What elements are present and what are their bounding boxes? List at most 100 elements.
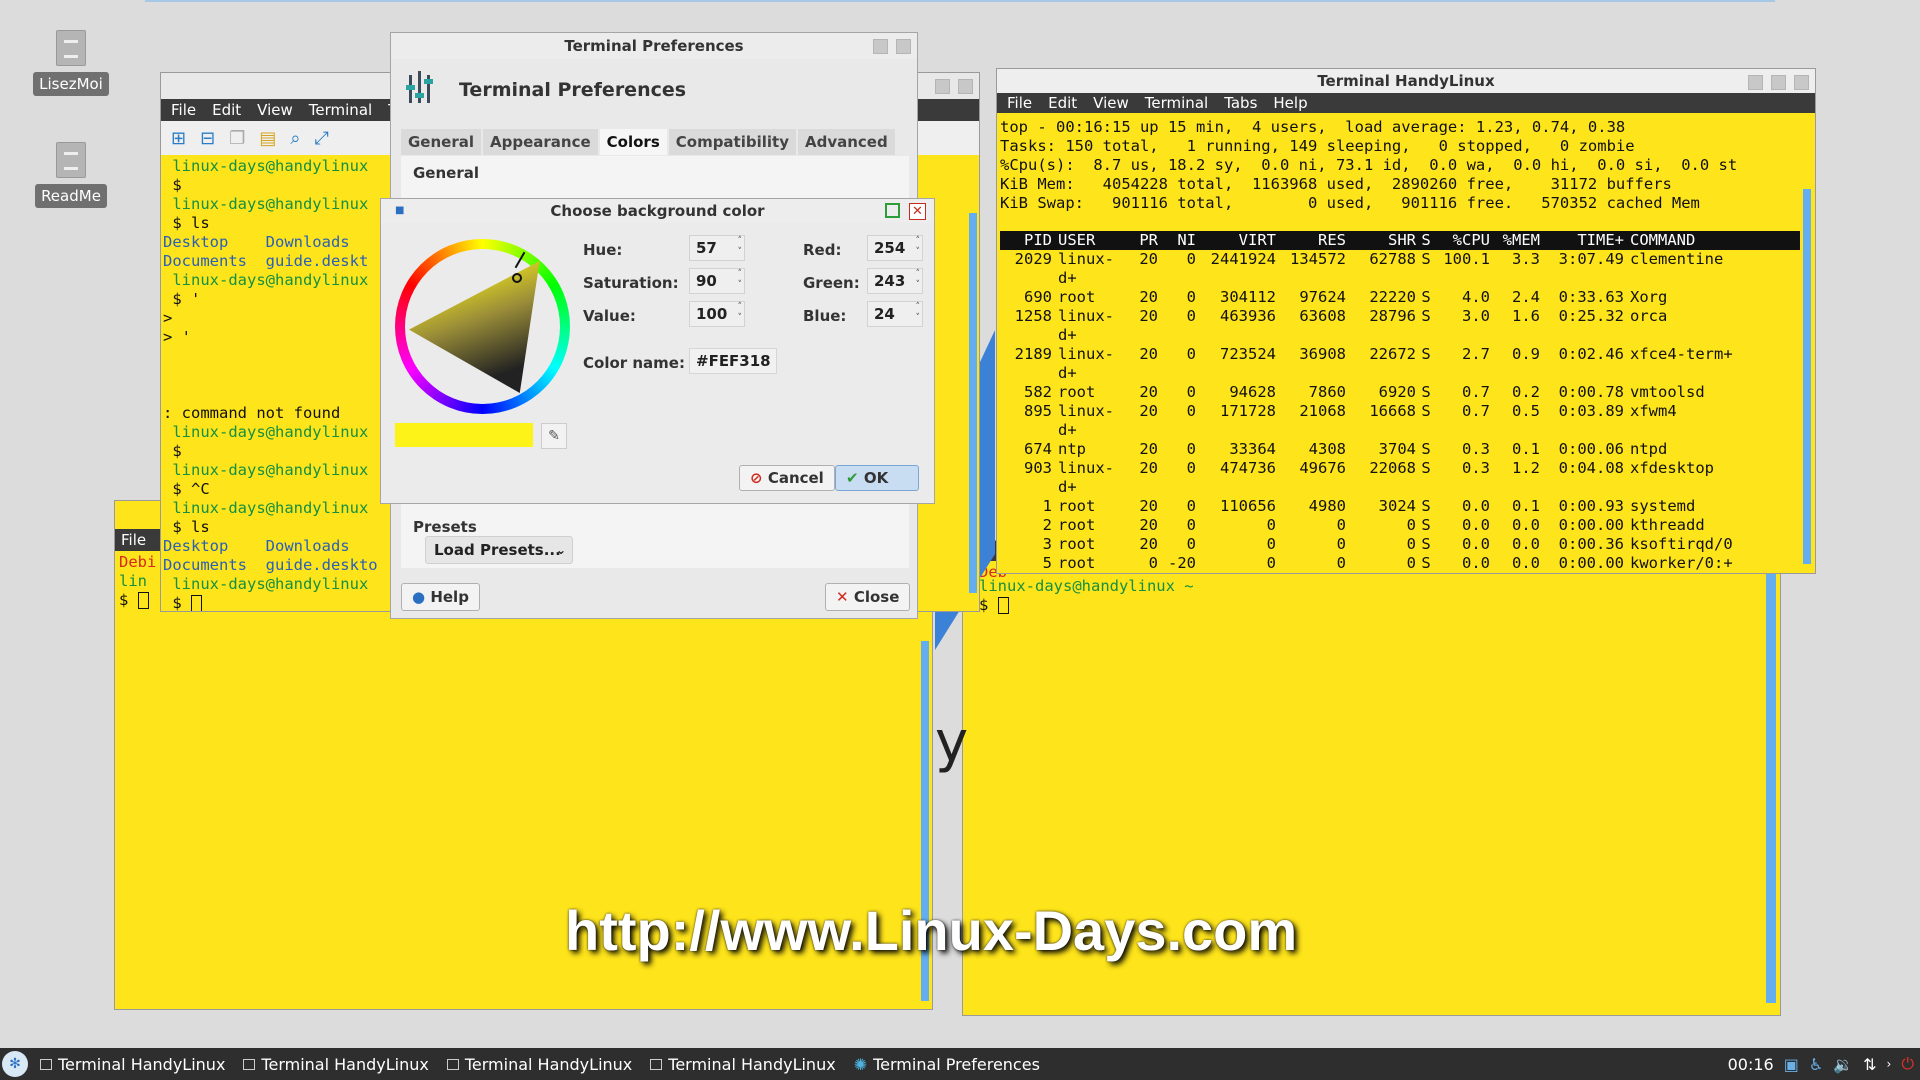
eyedropper-button[interactable]: ✎	[541, 423, 567, 449]
terminal-line: Desktop Downloads	[163, 537, 350, 555]
table-cell: 0	[1346, 573, 1416, 574]
window-menu-icon[interactable]: ■	[395, 199, 404, 223]
minimize-button[interactable]	[1748, 75, 1763, 90]
menu-view[interactable]: View	[1093, 93, 1129, 113]
window-controls[interactable]	[1748, 75, 1809, 90]
new-window-icon[interactable]: ⊟	[200, 128, 215, 149]
menu-edit[interactable]: Edit	[1048, 93, 1077, 113]
desktop-icon-lisezmoi[interactable]: LisezMoi	[33, 30, 109, 96]
table-cell: 0:00.78	[1558, 383, 1624, 401]
menu-tabs[interactable]: Tabs	[1224, 93, 1257, 113]
scrollbar[interactable]	[969, 213, 977, 593]
red-spinbox[interactable]: 254	[867, 235, 923, 261]
terminal-line: linux-days@handylinux	[163, 195, 369, 213]
menu-file[interactable]: File	[1007, 93, 1032, 113]
minimize-button[interactable]	[935, 79, 950, 94]
arrow-right-icon[interactable]: ›	[1887, 1057, 1892, 1071]
titlebar[interactable]: ■ Choose background color ✕	[381, 199, 934, 223]
saturation-spinbox[interactable]: 90	[689, 268, 745, 294]
table-cell: 0.3	[1462, 459, 1490, 477]
table-cell: root	[1058, 288, 1096, 306]
menu-file[interactable]: File	[171, 99, 196, 121]
titlebar[interactable]: Terminal Preferences	[391, 33, 917, 59]
fullscreen-icon[interactable]: ⤢	[314, 128, 328, 149]
scrollbar[interactable]	[1766, 543, 1776, 1003]
task-terminal-1[interactable]: Terminal HandyLinux	[40, 1055, 225, 1074]
task-terminal-3[interactable]: Terminal HandyLinux	[446, 1054, 633, 1074]
table-cell: 0	[1186, 497, 1196, 515]
tab-advanced[interactable]: Advanced	[797, 129, 895, 155]
new-tab-icon[interactable]: ⊞	[171, 128, 186, 149]
terminal-line: $ '	[163, 290, 201, 308]
table-cell: 0	[1186, 402, 1196, 420]
color-wheel[interactable]	[395, 239, 570, 414]
table-cell: xfdesktop	[1630, 459, 1714, 477]
clock[interactable]: 00:16	[1728, 1055, 1774, 1074]
task-terminal-2[interactable]: Terminal HandyLinux	[243, 1055, 429, 1074]
table-cell: 3.3	[1512, 250, 1540, 268]
column-header: PID	[1024, 231, 1052, 249]
menu-view[interactable]: View	[257, 99, 293, 121]
task-preferences[interactable]: ✺ Terminal Preferences	[854, 1055, 1040, 1074]
table-cell: 134572	[1290, 250, 1346, 268]
minimize-button[interactable]	[873, 39, 888, 54]
tab-appearance[interactable]: Appearance	[483, 129, 598, 155]
terminal-line: Debi	[119, 553, 157, 571]
menu-terminal[interactable]: Terminal	[309, 99, 372, 121]
table-cell: 6920	[1378, 383, 1416, 401]
search-icon[interactable]: ⌕	[290, 128, 300, 149]
menu-help[interactable]: Help	[1273, 93, 1307, 113]
maximize-button[interactable]	[896, 39, 911, 54]
maximize-button[interactable]	[958, 79, 973, 94]
screenshot-icon[interactable]: ▣	[1784, 1055, 1799, 1074]
menu-edit[interactable]: Edit	[212, 99, 241, 121]
value-spinbox[interactable]: 100	[689, 301, 745, 327]
close-button[interactable]	[1794, 75, 1809, 90]
table-cell: 4308	[1308, 440, 1346, 458]
load-presets-dropdown[interactable]: Load Presets... ⌄	[425, 536, 573, 564]
menu-file[interactable]: File	[115, 529, 163, 551]
table-cell: S	[1421, 535, 1431, 553]
color-chooser-dialog[interactable]: ■ Choose background color ✕ ✎ Hue: 57 Sa…	[380, 198, 935, 504]
volume-icon[interactable]: 🔉	[1833, 1055, 1853, 1074]
window-controls[interactable]	[873, 39, 911, 54]
hue-spinbox[interactable]: 57	[689, 235, 745, 261]
tab-general[interactable]: General	[401, 129, 481, 155]
table-cell: 2029	[1014, 250, 1052, 268]
titlebar[interactable]: Terminal HandyLinux	[997, 69, 1815, 93]
ok-button[interactable]: ✔ OK	[835, 465, 919, 491]
maximize-button[interactable]	[885, 203, 900, 218]
copy-icon[interactable]: ❐	[229, 128, 245, 149]
paste-icon[interactable]: ▤	[259, 128, 276, 149]
desktop-icon-readme[interactable]: ReadMe	[33, 142, 109, 208]
task-terminal-4[interactable]: Terminal HandyLinux	[650, 1054, 836, 1074]
maximize-button[interactable]	[1771, 75, 1786, 90]
table-cell: 0.0	[1462, 497, 1490, 515]
green-spinbox[interactable]: 243	[867, 268, 923, 294]
top-summary-line: top - 00:16:15 up 15 min, 4 users, load …	[1000, 118, 1626, 136]
power-icon[interactable]: ⏻	[1901, 1054, 1914, 1074]
close-button[interactable]: ✕ Close	[825, 583, 911, 611]
close-button[interactable]: ✕	[909, 203, 926, 220]
menu-terminal[interactable]: Terminal	[1145, 93, 1208, 113]
accessibility-icon[interactable]: ♿	[1809, 1055, 1823, 1074]
cancel-button[interactable]: ⊘ Cancel	[739, 465, 835, 491]
help-button[interactable]: ● Help	[401, 583, 480, 611]
table-cell: 0:25.32	[1558, 307, 1624, 325]
terminal-line: linux-days@handylinux	[163, 271, 369, 289]
blue-spinbox[interactable]: 24	[867, 301, 923, 327]
window-controls[interactable]	[935, 79, 973, 94]
task-label: Terminal HandyLinux	[464, 1054, 633, 1074]
tab-colors[interactable]: Colors	[599, 129, 667, 155]
table-cell: 0	[1336, 516, 1346, 534]
task-label: Terminal HandyLinux	[668, 1054, 836, 1074]
scrollbar[interactable]	[1803, 189, 1811, 564]
terminal-window-handylinux[interactable]: Terminal HandyLinux File Edit View Termi…	[996, 68, 1816, 574]
color-name-input[interactable]: #FEF318	[689, 348, 777, 374]
terminal-output: Debi lin $	[119, 553, 156, 610]
start-menu-button[interactable]: ✻	[2, 1051, 28, 1077]
network-icon[interactable]: ⇅	[1863, 1055, 1876, 1074]
table-cell: 3.0	[1462, 307, 1490, 325]
tab-compatibility[interactable]: Compatibility	[668, 129, 796, 155]
